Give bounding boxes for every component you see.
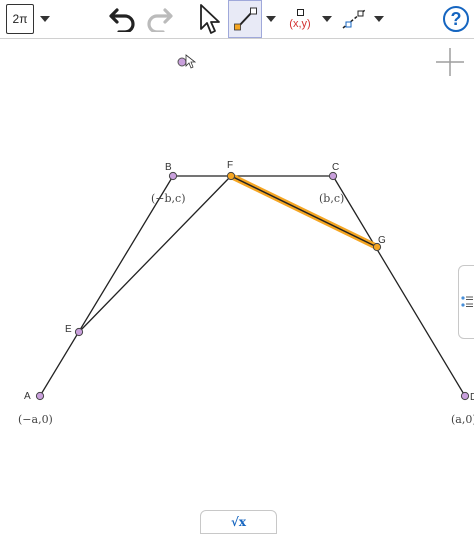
sqrt-icon: √x	[230, 515, 247, 529]
point-label-D: D	[470, 392, 474, 403]
point-C[interactable]	[328, 171, 338, 181]
keyboard-toggle-button[interactable]: √x	[200, 510, 277, 534]
line-tool-button[interactable]	[338, 0, 370, 38]
point-label-E: E	[65, 324, 72, 335]
toolbar: 2π (x,y) ?	[0, 0, 474, 39]
list-icon	[461, 296, 473, 307]
point-D[interactable]	[460, 391, 470, 401]
coord-label-A: (−a,0)	[18, 413, 53, 426]
point-A[interactable]	[35, 391, 45, 401]
coord-label-C: (b,c)	[319, 192, 344, 205]
point-icon	[296, 8, 304, 16]
line-icon	[342, 9, 366, 29]
coord-label-D: (a,0)	[451, 413, 474, 426]
segment-tool-button[interactable]	[228, 0, 262, 38]
undo-icon	[109, 8, 135, 32]
point-label-B: B	[165, 162, 172, 173]
geometry-canvas[interactable]: A B C F G E D (−a,0) (−b,c) (b,c) (a,0)	[0, 39, 474, 528]
point-label-A: A	[24, 391, 31, 402]
help-button[interactable]: ?	[440, 0, 472, 38]
chevron-down-icon	[40, 16, 50, 22]
point-B[interactable]	[168, 171, 178, 181]
point-label-G: G	[378, 235, 386, 246]
mouse-cursor-icon	[185, 54, 197, 69]
chevron-down-icon	[266, 16, 276, 22]
redo-button[interactable]	[142, 0, 176, 38]
point-E[interactable]	[74, 327, 84, 337]
chevron-down-icon	[374, 16, 384, 22]
point-tool-button[interactable]: (x,y)	[282, 0, 318, 38]
help-icon: ?	[443, 6, 469, 32]
coord-label-B: (−b,c)	[151, 192, 186, 205]
point-label-C: C	[332, 162, 339, 173]
move-tool-button[interactable]	[192, 0, 226, 38]
segment-CD[interactable]	[332, 175, 466, 397]
help-label: ?	[450, 8, 462, 29]
pointer-icon	[200, 4, 220, 34]
main-menu-label: 2π	[12, 12, 28, 26]
line-tool-dropdown[interactable]	[372, 0, 386, 38]
segment-icon	[234, 7, 257, 31]
redo-icon	[147, 8, 173, 32]
cursor-point	[177, 57, 187, 67]
segment-FG[interactable]	[230, 175, 378, 248]
point-tool-dropdown[interactable]	[320, 0, 334, 38]
point-tool-label: (x,y)	[289, 17, 311, 30]
algebra-panel-toggle[interactable]	[458, 265, 474, 339]
main-menu-button[interactable]: 2π	[4, 0, 52, 38]
point-F[interactable]	[226, 171, 236, 181]
segment-AB[interactable]	[39, 175, 174, 397]
plus-icon[interactable]	[436, 48, 464, 76]
segment-tool-dropdown[interactable]	[264, 0, 278, 38]
point-label-F: F	[227, 160, 233, 171]
chevron-down-icon	[322, 16, 332, 22]
undo-button[interactable]	[106, 0, 140, 38]
document-icon: 2π	[6, 4, 34, 34]
